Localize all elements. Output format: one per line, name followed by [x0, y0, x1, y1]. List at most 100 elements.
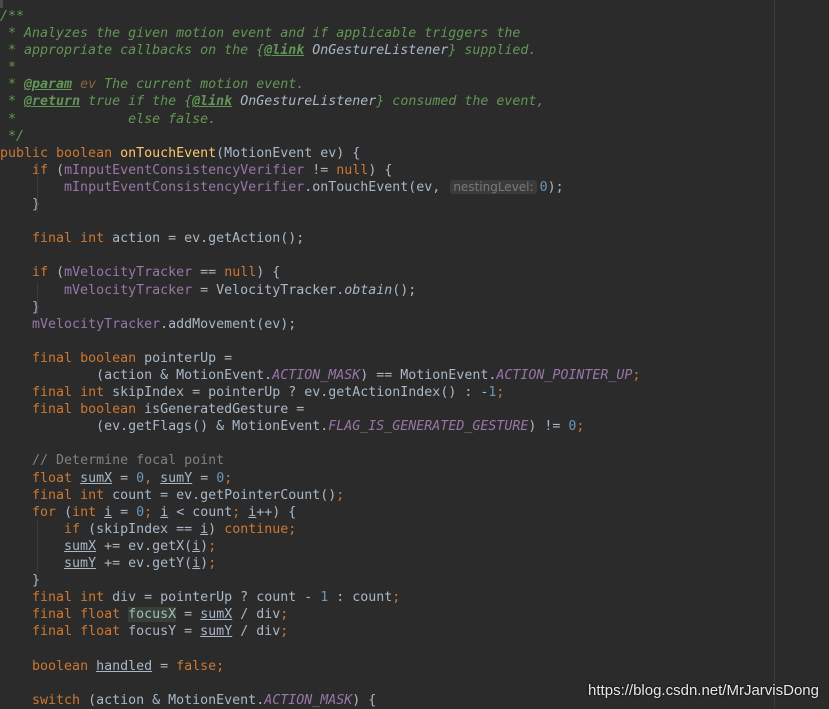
code-token: ) { — [368, 162, 393, 178]
code-line: final float focusY = sumY / div; — [0, 623, 829, 640]
code-token: // Determine focal point — [32, 453, 225, 469]
indent-guide — [37, 196, 38, 214]
code-token: if — [32, 162, 57, 178]
code-line: final boolean pointerUp = — [0, 350, 829, 367]
code-token: final int — [32, 385, 113, 401]
code-line: final int skipIndex = pointerUp ? ev.get… — [0, 384, 829, 401]
code-token: ; — [336, 487, 345, 503]
code-token: = — [112, 470, 137, 486]
code-token: i — [192, 538, 201, 554]
code-line: if (mInputEventConsistencyVerifier != nu… — [0, 161, 829, 179]
code-line: * @return true if the {@link OnGestureLi… — [0, 93, 829, 110]
code-token: , — [144, 470, 161, 486]
code-token: < count — [168, 504, 233, 520]
code-token: / div — [232, 607, 281, 623]
code-line: float sumX = 0, sumY = 0; — [0, 470, 829, 487]
code-token: ; — [144, 504, 161, 520]
code-token: .addMovement(ev); — [160, 316, 297, 332]
code-token: OnGestureListener — [232, 94, 377, 110]
code-token: focusX — [128, 607, 177, 623]
code-token: : count — [328, 590, 393, 606]
indent-guide — [37, 555, 38, 573]
code-token: sumX — [200, 607, 233, 623]
code-token: mInputEventConsistencyVerifier — [64, 162, 305, 178]
code-token: The current motion event. — [96, 77, 305, 93]
code-token: action = ev.getAction(); — [112, 231, 305, 247]
code-token: i — [200, 521, 209, 537]
code-line: // Determine focal point — [0, 452, 829, 469]
code-token: ( — [64, 504, 73, 520]
code-token: mVelocityTracker — [64, 282, 193, 298]
code-lines: /** * Analyzes the given motion event an… — [0, 8, 829, 709]
code-token: final int — [32, 487, 113, 503]
code-token: ; — [224, 470, 233, 486]
code-token: ; — [496, 385, 505, 401]
code-token: ) — [200, 538, 209, 554]
indent-guide — [37, 161, 38, 179]
code-token: += ev.getY( — [96, 556, 193, 571]
code-token: div = pointerUp ? count - — [112, 590, 321, 606]
code-token: if — [64, 521, 89, 537]
code-token: */ — [0, 128, 25, 144]
code-token: switch — [32, 692, 89, 708]
code-line: (ev.getFlags() & MotionEvent.FLAG_IS_GEN… — [0, 418, 829, 435]
code-token: null — [336, 162, 369, 178]
code-token: } — [0, 197, 41, 213]
code-token: (); — [392, 282, 417, 298]
code-token: false; — [176, 658, 225, 674]
code-token: final float — [32, 607, 129, 623]
code-line: mVelocityTracker = VelocityTracker.obtai… — [0, 281, 829, 299]
code-token: obtain — [344, 282, 393, 298]
code-token: @return — [24, 94, 81, 110]
code-token: null — [224, 265, 257, 281]
code-token: * — [0, 94, 25, 110]
code-token: final boolean — [32, 402, 145, 418]
code-line: } — [0, 196, 829, 214]
code-token: @link — [264, 43, 305, 59]
code-token: @param — [24, 77, 73, 93]
code-token: pointerUp = — [144, 350, 233, 366]
code-line: /** — [0, 8, 829, 25]
code-token: != — [304, 162, 337, 178]
code-token: ; — [208, 556, 217, 571]
code-token: } — [0, 573, 41, 589]
code-token: ev — [72, 77, 97, 93]
watermark-text: https://blog.csdn.net/MrJarvisDong — [588, 682, 819, 699]
code-line: * Analyzes the given motion event and if… — [0, 25, 829, 42]
code-token: * Analyzes the given motion event and if… — [0, 26, 521, 42]
code-token: handled — [96, 658, 153, 674]
code-token: if — [32, 265, 57, 281]
code-token: = — [192, 470, 217, 486]
code-token: sumX — [64, 538, 97, 554]
fold-marker — [0, 0, 3, 8]
code-token: continue; — [224, 521, 297, 537]
code-token: ; — [280, 624, 289, 640]
code-token: == — [192, 265, 225, 281]
code-token: = — [152, 658, 177, 674]
code-token: final float — [32, 624, 129, 640]
code-token: final int — [32, 590, 113, 606]
code-token: i — [104, 504, 113, 520]
code-token: ; — [208, 538, 217, 554]
code-token: boolean — [32, 658, 97, 674]
code-token: sumY — [200, 624, 233, 640]
code-token: * — [0, 60, 17, 76]
code-token: ++) { — [256, 504, 297, 520]
code-line: final float focusX = sumX / div; — [0, 606, 829, 623]
code-editor[interactable]: /** * Analyzes the given motion event an… — [0, 0, 829, 708]
code-line: * appropriate callbacks on the {@link On… — [0, 42, 829, 59]
code-token: } consumed the event, — [376, 94, 545, 110]
code-token: final boolean — [32, 350, 145, 366]
code-token: .onTouchEvent(ev, — [304, 179, 449, 195]
